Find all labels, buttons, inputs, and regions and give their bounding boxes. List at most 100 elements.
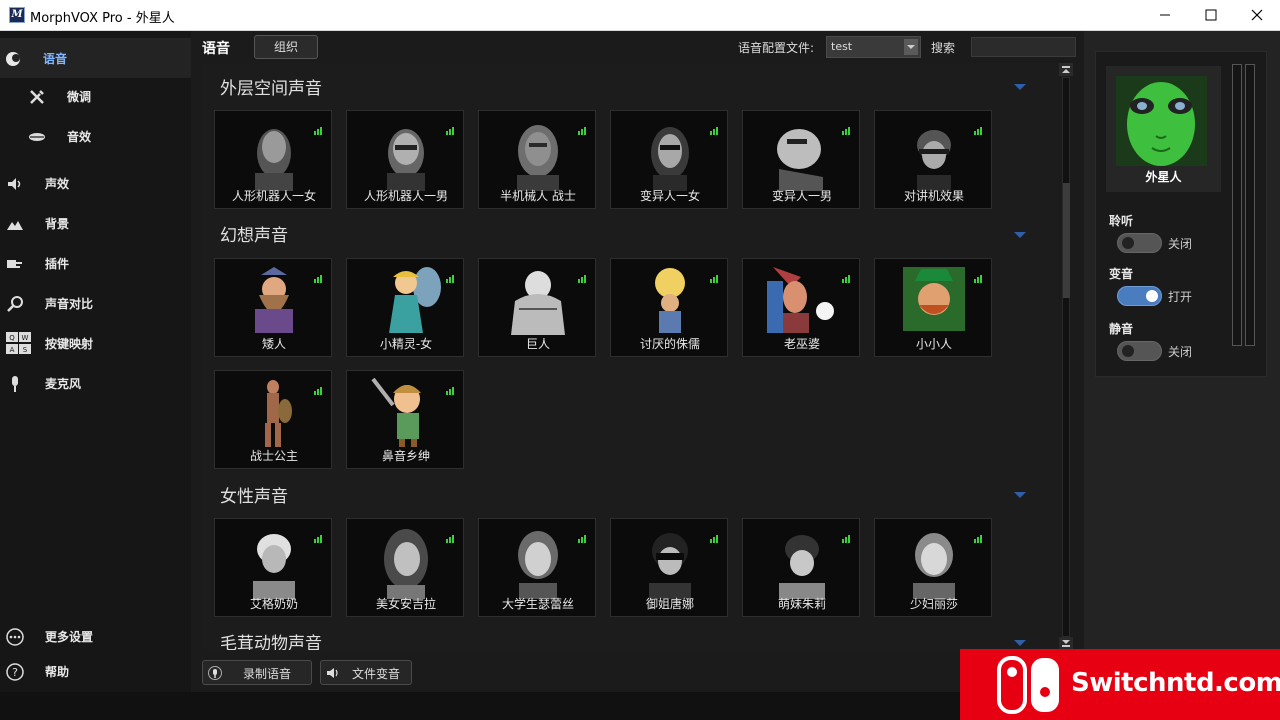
collapse-chevron-icon[interactable] [1013, 83, 1027, 91]
toggle-state-listen: 关闭 [1168, 237, 1193, 251]
voice-card[interactable]: 战士公主 [214, 370, 332, 469]
sidebar: 语音 微调 音效 声效 背景 插件 声音对比 Q W A S 按键映射 麦克风 … [0, 31, 191, 692]
voice-card[interactable]: 少妇丽莎 [874, 518, 992, 617]
signal-icon [314, 535, 322, 543]
signal-icon [842, 535, 850, 543]
magnifier-icon [7, 296, 23, 312]
signal-icon [578, 127, 586, 135]
search-input[interactable] [971, 37, 1076, 57]
tools-icon [30, 90, 44, 104]
title-bar: M MorphVOX Pro - 外星人 [0, 0, 1280, 31]
scroll-up-icon[interactable] [1059, 63, 1073, 76]
signal-icon [314, 275, 322, 283]
sidebar-item-label: 背景 [45, 217, 70, 231]
voice-name: 老巫婆 [783, 337, 820, 351]
signal-icon [446, 275, 454, 283]
signal-icon [446, 387, 454, 395]
voice-card[interactable]: 人形机器人一女 [214, 110, 332, 209]
sidebar-item-help[interactable]: ? 帮助 [0, 651, 191, 691]
voice-portrait-icon [511, 271, 565, 335]
app-logo-icon: M [9, 7, 25, 23]
sidebar-item-tweak[interactable]: 微调 [0, 76, 191, 116]
minimize-button[interactable] [1142, 0, 1188, 31]
morph-toggle[interactable] [1117, 286, 1162, 306]
toggle-knob [1122, 237, 1134, 249]
sidebar-item-voice[interactable]: 语音 [0, 38, 191, 78]
toggle-state-mute: 关闭 [1168, 345, 1193, 359]
close-button[interactable] [1234, 0, 1280, 31]
scroll-track[interactable] [1062, 77, 1070, 637]
level-meter [1232, 64, 1242, 346]
keyboard-icon: Q W A S [6, 332, 31, 354]
close-icon [1251, 9, 1263, 21]
svg-text:S: S [23, 346, 28, 354]
voice-card[interactable]: 美女安吉拉 [346, 518, 464, 617]
voice-card[interactable]: 艾格奶奶 [214, 518, 332, 617]
sidebar-item-sounds[interactable]: 声效 [0, 163, 191, 203]
voice-portrait-icon [518, 531, 558, 599]
maximize-button[interactable] [1188, 0, 1234, 31]
voice-card[interactable]: 巨人 [478, 258, 596, 357]
voice-card[interactable]: 变异人一女 [610, 110, 728, 209]
voice-list: 外层空间声音 人形机器人一女 人形机器人一男 半机械人 战士 变异人一女 变异人… [202, 63, 1058, 650]
voice-control-panel: 外星人 聆听 关闭 变音 打开 静音 关闭 [1095, 51, 1267, 377]
voice-portrait-icon [265, 380, 292, 447]
section-title: 女性声音 [220, 487, 288, 507]
voice-name: 美女安吉拉 [375, 597, 436, 611]
listen-toggle[interactable] [1117, 233, 1162, 253]
voice-card[interactable]: 御姐唐娜 [610, 518, 728, 617]
collapse-chevron-icon[interactable] [1013, 491, 1027, 499]
sidebar-item-label: 微调 [67, 90, 92, 104]
search-label: 搜索 [931, 41, 956, 55]
svg-text:?: ? [12, 666, 18, 679]
mute-toggle[interactable] [1117, 341, 1162, 361]
sidebar-item-sound-fx[interactable]: 音效 [0, 116, 191, 156]
toggle-label-morph: 变音 [1109, 267, 1134, 281]
maximize-icon [1205, 9, 1217, 21]
voice-card[interactable]: 对讲机效果 [874, 110, 992, 209]
profile-select[interactable]: test [826, 36, 921, 58]
scroll-thumb[interactable] [1063, 183, 1070, 298]
sidebar-item-background[interactable]: 背景 [0, 203, 191, 243]
voice-name: 半机械人 战士 [500, 189, 576, 203]
voice-card[interactable]: 老巫婆 [742, 258, 860, 357]
sidebar-item-more-settings[interactable]: 更多设置 [0, 616, 191, 656]
scrollbar[interactable] [1058, 63, 1074, 650]
main-header: 语音 组织 语音配置文件: test 搜索 [191, 31, 1084, 63]
voice-portrait-icon [255, 129, 293, 191]
voice-card[interactable]: 大学生瑟蕾丝 [478, 518, 596, 617]
signal-icon [578, 275, 586, 283]
voice-card[interactable]: 变异人一男 [742, 110, 860, 209]
signal-icon [710, 127, 718, 135]
record-voice-button[interactable]: 录制语音 [202, 660, 312, 685]
sidebar-item-hotkeys[interactable]: Q W A S 按键映射 [0, 323, 191, 363]
lips-icon [29, 133, 45, 141]
sidebar-item-compare[interactable]: 声音对比 [0, 283, 191, 323]
voice-card[interactable]: 矮人 [214, 258, 332, 357]
voice-card[interactable]: 半机械人 战士 [478, 110, 596, 209]
sidebar-item-microphone[interactable]: 麦克风 [0, 363, 191, 403]
collapse-chevron-icon[interactable] [1013, 231, 1027, 239]
voice-card[interactable]: 人形机器人一男 [346, 110, 464, 209]
organize-button[interactable]: 组织 [254, 35, 318, 59]
voice-card[interactable]: 小小人 [874, 258, 992, 357]
voice-portrait-icon [767, 267, 834, 333]
signal-icon [314, 127, 322, 135]
sidebar-item-label: 按键映射 [45, 337, 94, 351]
svg-text:Q: Q [9, 334, 15, 342]
sidebar-item-label: 声效 [45, 177, 70, 191]
file-morph-label: 文件变音 [352, 667, 401, 681]
voice-portrait-icon [655, 268, 685, 333]
voice-card[interactable]: 鼻音乡绅 [346, 370, 464, 469]
switch-logo-icon [997, 656, 1059, 714]
file-morph-button[interactable]: 文件变音 [320, 660, 412, 685]
voice-card[interactable]: 小精灵-女 [346, 258, 464, 357]
signal-icon [842, 275, 850, 283]
voice-portrait-icon [387, 129, 425, 191]
signal-icon [974, 535, 982, 543]
toggle-knob [1122, 345, 1134, 357]
voice-card[interactable]: 萌妹朱莉 [742, 518, 860, 617]
sidebar-item-plugins[interactable]: 插件 [0, 243, 191, 283]
collapse-chevron-icon[interactable] [1013, 639, 1027, 647]
voice-card[interactable]: 讨厌的侏儒 [610, 258, 728, 357]
